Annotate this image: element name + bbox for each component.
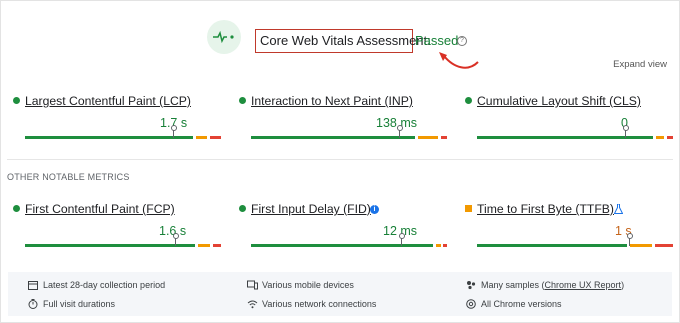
visit-durations-label: Full visit durations — [43, 299, 116, 309]
p75-marker — [627, 233, 633, 246]
p75-marker — [171, 125, 177, 138]
wifi-icon — [247, 300, 258, 309]
assessment-status: Passed — [415, 33, 459, 48]
distribution-bar — [251, 136, 447, 139]
chrome-versions-label: All Chrome versions — [481, 299, 562, 309]
metric-cls: Cumulative Layout Shift (CLS) 0 — [465, 94, 673, 139]
distribution-bar — [477, 136, 673, 139]
good-status-dot-icon — [239, 97, 246, 104]
calendar-icon — [28, 281, 38, 290]
good-status-dot-icon — [239, 205, 246, 212]
metric-name-fid[interactable]: First Input Delay (FID) — [251, 202, 371, 216]
p75-marker — [399, 233, 405, 246]
expand-view-link[interactable]: Expand view — [613, 59, 667, 70]
good-status-dot-icon — [465, 97, 472, 104]
samples-suffix: ) — [621, 280, 625, 290]
vitals-pulse-icon — [207, 20, 241, 54]
p75-marker — [397, 125, 403, 138]
metric-ttfb: Time to First Byte (TTFB) 1 s — [465, 202, 673, 247]
samples-icon — [467, 281, 476, 290]
metric-name-cls[interactable]: Cumulative Layout Shift (CLS) — [477, 94, 641, 108]
metric-fcp: First Contentful Paint (FCP) 1.6 s — [13, 202, 221, 247]
good-status-dot-icon — [13, 97, 20, 104]
device-info-label: Various mobile devices — [262, 280, 354, 290]
info-icon[interactable]: i — [370, 205, 379, 214]
chrome-icon — [466, 299, 476, 309]
samples-prefix: Many samples ( — [481, 280, 545, 290]
distribution-bar — [25, 136, 221, 139]
collection-period-label: Latest 28-day collection period — [43, 280, 166, 290]
stopwatch-icon — [28, 299, 38, 309]
other-metrics-heading: OTHER NOTABLE METRICS — [7, 172, 130, 182]
devices-icon — [247, 280, 258, 290]
distribution-bar — [477, 244, 673, 247]
data-source-footer: Latest 28-day collection period Various … — [8, 272, 672, 316]
distribution-bar — [251, 244, 447, 247]
red-arrow-annotation — [439, 52, 479, 69]
needs-improvement-square-icon — [465, 205, 472, 212]
chrome-ux-report-link[interactable]: Chrome UX Report — [545, 280, 622, 290]
metric-name-ttfb[interactable]: Time to First Byte (TTFB) — [477, 202, 614, 216]
metric-name-fcp[interactable]: First Contentful Paint (FCP) — [25, 202, 175, 216]
p75-marker — [173, 233, 179, 246]
assessment-title: Core Web Vitals Assessment: — [260, 33, 431, 48]
section-divider — [7, 159, 673, 160]
p75-marker — [623, 125, 629, 138]
network-info-label: Various network connections — [262, 299, 377, 309]
distribution-bar — [25, 244, 221, 247]
metric-name-inp[interactable]: Interaction to Next Paint (INP) — [251, 94, 413, 108]
flask-icon[interactable] — [614, 204, 623, 214]
metric-lcp: Largest Contentful Paint (LCP) 1.7 s — [13, 94, 221, 139]
help-icon[interactable]: ? — [457, 36, 467, 46]
metric-fid: First Input Delay (FID) i 12 ms — [239, 202, 447, 247]
metric-inp: Interaction to Next Paint (INP) 138 ms — [239, 94, 447, 139]
metric-name-lcp[interactable]: Largest Contentful Paint (LCP) — [25, 94, 191, 108]
good-status-dot-icon — [13, 205, 20, 212]
